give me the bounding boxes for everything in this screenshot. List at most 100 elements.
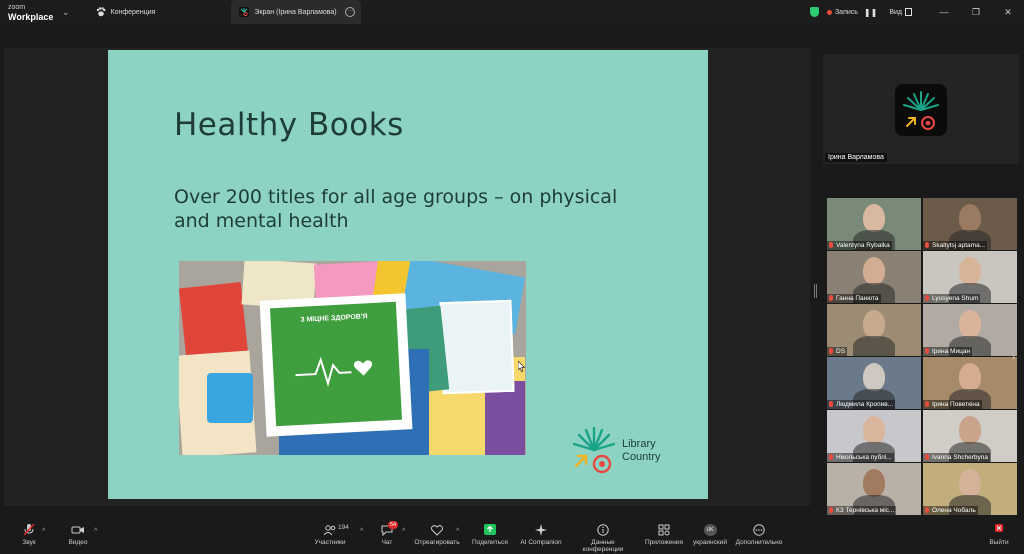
sparkle-icon [534,524,548,536]
participant-name: Ірина Мицан [923,347,973,356]
leave-icon [992,524,1006,536]
apps-button[interactable]: Приложения [642,524,686,546]
microphone-muted-icon [22,523,36,536]
participant-name: Ірина Поветкіна [923,400,982,409]
ai-companion-button[interactable]: AI Companion [518,524,564,546]
participant-video [959,363,981,391]
self-view-name: Ірина Варламова [825,153,887,162]
participant-grid: Valentyna Rybalka Skaltytsj aptama... Ганн… [827,198,1017,518]
apps-icon [657,524,671,536]
view-button[interactable]: Вид [889,9,902,16]
meeting-toolbar: Звук ^ Видео ^ 194 Участники ^ 54 Чат ^ … [0,520,1024,554]
tab-screen-share[interactable]: Экран (Ірина Варламова) ··· [231,0,362,24]
participant-tile[interactable]: Valentyna Rybalka [827,198,921,250]
microphone-muted-icon [925,295,929,301]
participant-name: Ivanna Shcherbyna [923,453,991,462]
shield-icon [809,7,819,17]
participant-tile[interactable]: DS [827,304,921,356]
chat-button[interactable]: 54 Чат [374,521,400,546]
chat-options-caret[interactable]: ^ [402,528,405,535]
participants-icon: 194 [323,524,349,536]
heart-icon [430,524,444,536]
chevron-right-icon[interactable]: › [1012,352,1015,363]
participant-video [959,469,981,497]
more-icon[interactable]: ··· [345,7,356,17]
language-button[interactable]: UK украинский [690,524,730,546]
participant-video [863,257,885,285]
maximize-button[interactable]: ❐ [960,7,992,18]
view-grid-icon[interactable] [905,8,912,16]
participant-tile[interactable]: Ганна Панюта [827,251,921,303]
video-button[interactable]: Видео [64,524,92,546]
chevron-down-icon[interactable]: ⌄ [62,7,70,18]
participant-tile[interactable]: Ірина Поветкіна [923,357,1017,409]
chat-badge: 54 [388,521,399,529]
microphone-muted-icon [829,242,833,248]
participant-tile[interactable]: Нікольська публі... [827,410,921,462]
recording-label[interactable]: Запись [835,9,858,16]
participants-button[interactable]: 194 Участники [310,524,350,546]
leave-button[interactable]: Выйти [986,524,1012,546]
microphone-muted-icon [829,454,833,460]
books-photo: 3 МІЦНЕ ЗДОРОВ'Я [179,261,526,455]
microphone-muted-icon [829,507,833,513]
participant-name: Людмила Кропив... [827,400,896,409]
participant-tile[interactable]: Ivanna Shcherbyna [923,410,1017,462]
close-button[interactable]: ✕ [992,7,1024,18]
participant-tile[interactable]: Олена Чобаль [923,463,1017,515]
heartbeat-icon [295,356,373,388]
participant-name: Lyusyena Shum [923,294,981,303]
participants-options-caret[interactable]: ^ [360,528,363,535]
more-icon [752,524,766,536]
avatar [895,84,947,136]
chat-icon: 54 [380,521,399,537]
panel-resize-handle[interactable] [814,284,817,298]
language-icon: UK [703,524,717,536]
participant-video [959,257,981,285]
participant-video [863,363,885,391]
logo-icon [239,7,250,17]
participants-count: 194 [338,524,349,531]
microphone-muted-icon [925,242,929,248]
mouse-cursor-icon [518,361,525,372]
participant-video [863,469,885,497]
tab-meeting[interactable]: Конференция [88,0,164,24]
tab-meeting-label: Конференция [110,8,156,16]
library-country-icon [903,91,939,130]
participant-name: Ганна Панюта [827,294,881,303]
participant-video [959,310,981,338]
self-view-tile[interactable]: Ірина Варламова [823,54,1019,164]
video-camera-icon [71,524,85,536]
presentation-slide: Healthy Books Over 200 titles for all ag… [108,50,708,499]
participant-tile[interactable]: Lyusyena Shum [923,251,1017,303]
audio-options-caret[interactable]: ^ [42,528,45,535]
participant-tile[interactable]: Skaltytsj aptama... [923,198,1017,250]
library-country-icon [572,426,616,474]
app-logo: zoom Workplace [8,3,54,22]
participant-video [959,204,981,232]
video-options-caret[interactable]: ^ [94,528,97,535]
more-button[interactable]: Дополнительно [734,524,784,546]
microphone-muted-icon [829,401,833,407]
participant-tile[interactable]: Людмила Кропив... [827,357,921,409]
participant-video [863,310,885,338]
share-screen-icon [483,524,497,536]
library-country-logo: Library Country [566,422,686,482]
react-options-caret[interactable]: ^ [456,528,459,535]
microphone-muted-icon [925,401,929,407]
share-button[interactable]: Поделиться [470,524,510,546]
info-icon [596,524,610,536]
participant-video [863,204,885,232]
titlebar-controls: Запись ❚❚ Вид — ❐ ✕ [809,0,1024,24]
react-button[interactable]: Отреагировать [414,524,460,546]
participant-video [959,416,981,444]
minimize-button[interactable]: — [928,7,960,17]
brand-line-2: Country [622,451,661,463]
participant-tile[interactable]: КЗ Тернівська міс... [827,463,921,515]
meeting-info-button[interactable]: Данные конференции [570,524,636,553]
audio-button[interactable]: Звук [16,523,42,546]
participant-video [863,416,885,444]
participant-tile[interactable]: Ірина Мицан [923,304,1017,356]
pause-icon[interactable]: ❚❚ [864,8,877,17]
microphone-muted-icon [925,454,929,460]
